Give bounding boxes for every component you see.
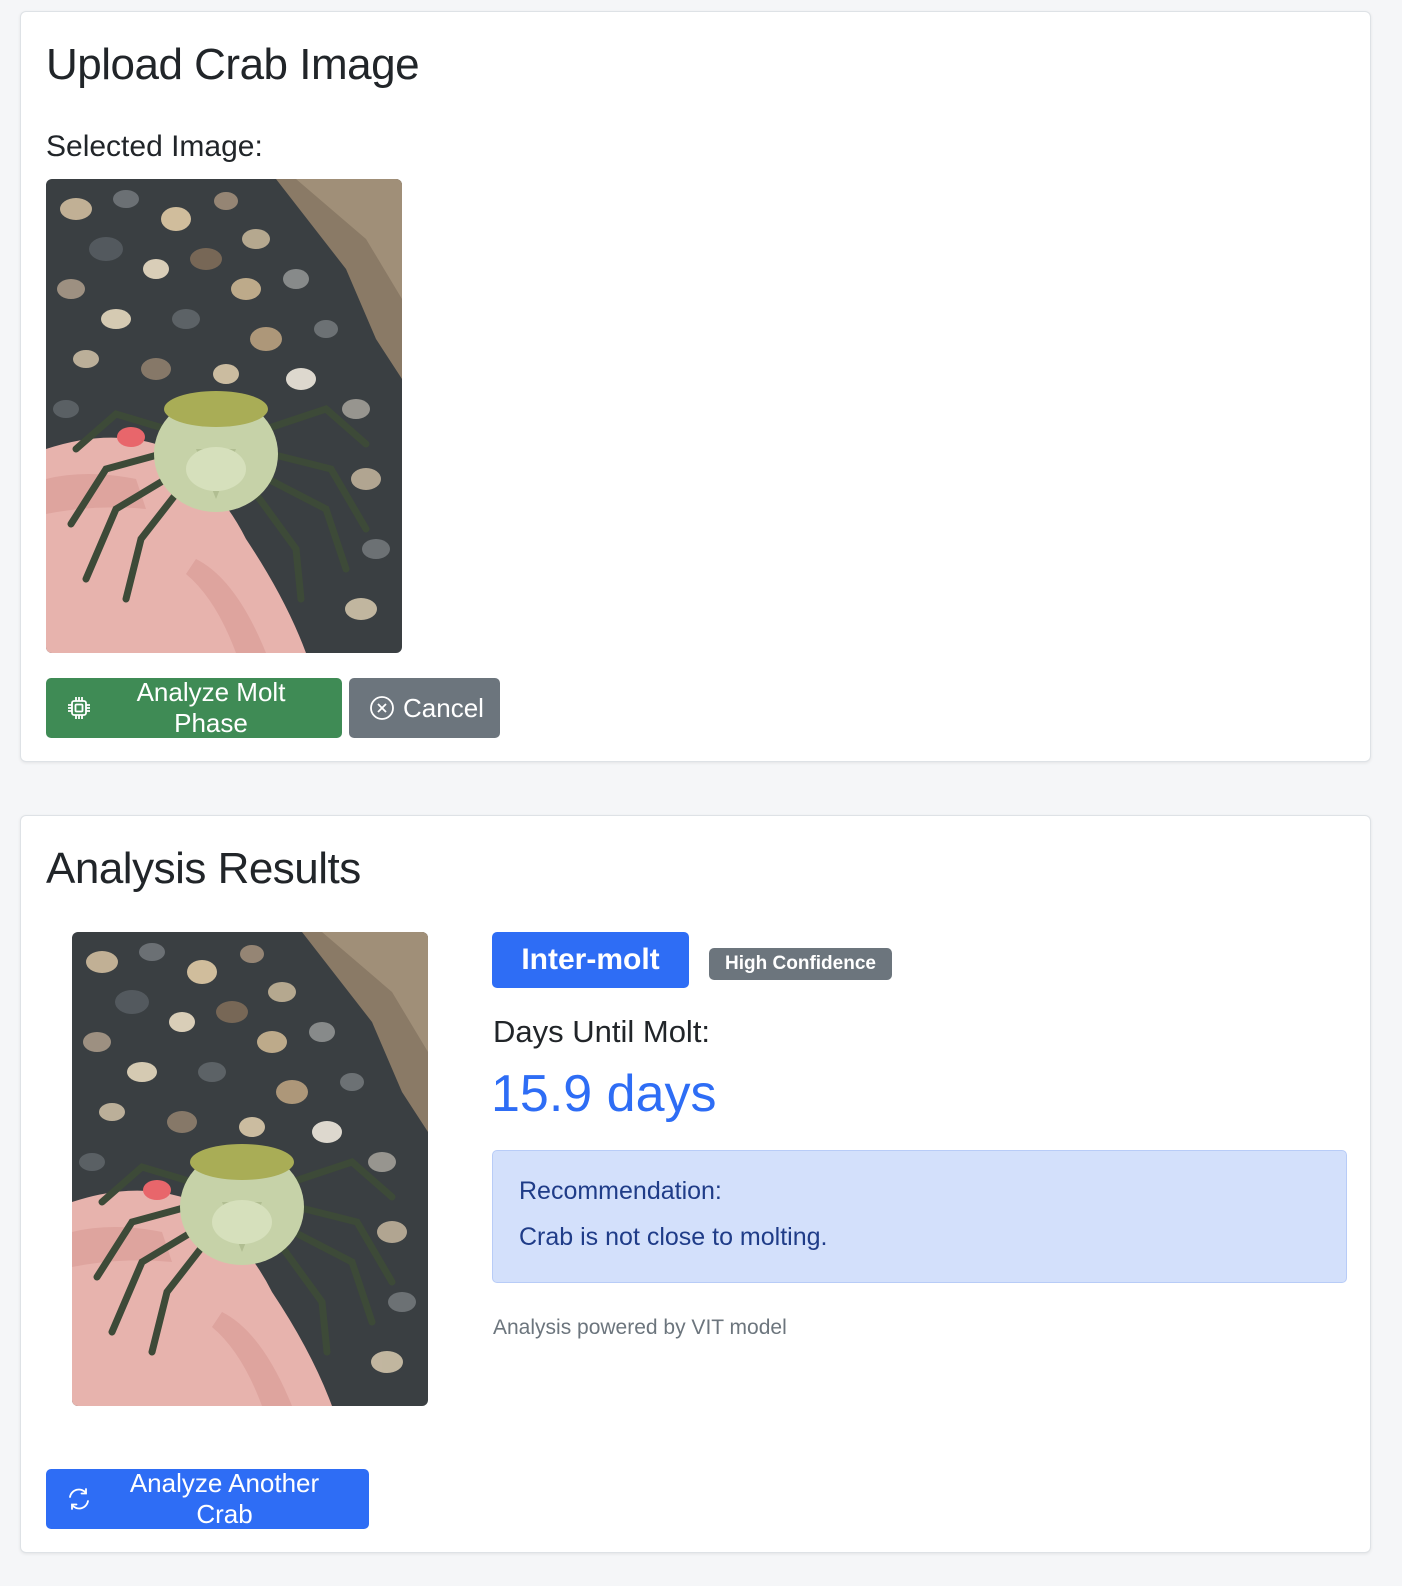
recommendation-title: Recommendation:	[519, 1177, 722, 1205]
days-until-molt-value: 15.9 days	[491, 1065, 717, 1123]
confidence-badge: High Confidence	[709, 948, 892, 980]
selected-image-label: Selected Image:	[46, 130, 263, 163]
model-footnote: Analysis powered by VIT model	[493, 1316, 787, 1339]
selected-crab-image	[46, 179, 402, 653]
analyze-another-button-label: Analyze Another Crab	[129, 1468, 320, 1529]
days-until-molt-label: Days Until Molt:	[493, 1014, 711, 1049]
upload-title: Upload Crab Image	[46, 40, 420, 89]
cancel-button-label: Cancel	[403, 692, 484, 723]
upload-card: Upload Crab Image Selected Image: Analyz…	[20, 11, 1371, 762]
analyze-button-label: Analyze Molt Phase	[136, 677, 286, 738]
analyzed-crab-image	[72, 932, 428, 1406]
cpu-icon	[68, 697, 90, 719]
cancel-button[interactable]: Cancel	[349, 678, 500, 738]
recommendation-alert: Recommendation: Crab is not close to mol…	[492, 1150, 1347, 1283]
molt-phase-badge: Inter-molt	[492, 932, 689, 988]
refresh-icon	[69, 1488, 89, 1510]
x-circle-icon	[370, 696, 394, 720]
analyze-molt-phase-button[interactable]: Analyze Molt Phase	[46, 677, 342, 738]
results-title: Analysis Results	[46, 844, 361, 893]
analyze-another-crab-button[interactable]: Analyze Another Crab	[46, 1468, 369, 1529]
results-card: Analysis Results Inter-molt High Confide…	[20, 815, 1371, 1553]
recommendation-text: Crab is not close to molting.	[519, 1223, 828, 1251]
